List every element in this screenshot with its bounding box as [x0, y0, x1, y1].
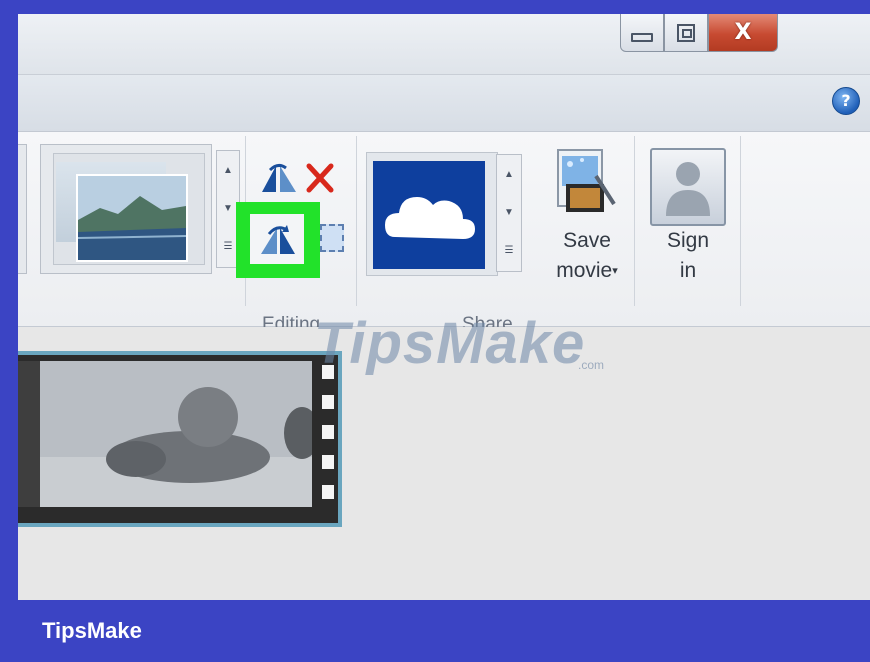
outer-frame-top: [0, 0, 870, 14]
chevron-down-icon: ▾: [612, 265, 618, 277]
rotate-right-icon: [261, 225, 295, 254]
film-sprocket: [322, 425, 334, 439]
help-icon[interactable]: ?: [832, 87, 860, 115]
ribbon-separator: [634, 136, 635, 306]
film-sprocket: [322, 395, 334, 409]
movie-maker-window: X ? ▲ ▼ ☰ Editing ▲ ▼ ☰ Share Save movie…: [18, 14, 870, 600]
sign-in-label-line2: in: [679, 259, 697, 282]
onedrive-share-button[interactable]: [373, 161, 485, 269]
title-bar: X: [18, 14, 870, 75]
close-icon: X: [734, 20, 752, 45]
remove-icon[interactable]: [306, 162, 334, 194]
landscape-thumbnail-icon: [76, 174, 188, 262]
sign-in-icon[interactable]: [650, 148, 726, 226]
effect-thumbnail[interactable]: [53, 153, 205, 265]
save-movie-label-line1: Save: [563, 229, 611, 252]
minimize-icon: [631, 33, 653, 42]
effects-gallery[interactable]: [40, 144, 212, 274]
sign-in-button[interactable]: Sign in: [638, 226, 738, 286]
close-button[interactable]: X: [708, 14, 778, 52]
share-scroll-down-button[interactable]: ▼: [497, 193, 521, 231]
restore-icon: [677, 23, 695, 42]
watermark-suffix: .com: [578, 358, 605, 372]
seal-clip-thumbnail-icon: [40, 361, 312, 507]
share-scroll-up-button[interactable]: ▲: [497, 155, 521, 193]
footer-brand: TipsMake: [42, 618, 142, 643]
sign-in-label-line1: Sign: [666, 229, 710, 252]
user-avatar-icon: [666, 162, 710, 216]
outer-frame-left: [0, 0, 18, 662]
minimize-button[interactable]: [620, 14, 664, 52]
save-movie-button[interactable]: Save movie▾: [532, 226, 642, 286]
save-movie-label-line2: movie▾: [556, 259, 618, 282]
select-all-icon[interactable]: [320, 224, 344, 252]
gallery-previous-item[interactable]: [18, 144, 27, 274]
gallery-scroll-up-button[interactable]: ▲: [217, 151, 239, 189]
clip-left-edge: [18, 361, 40, 507]
ribbon: ▲ ▼ ☰ Editing ▲ ▼ ☰ Share Save movie▾ Si…: [18, 132, 870, 335]
rotate-right-highlight[interactable]: [236, 202, 320, 278]
rotate-right-button[interactable]: [250, 214, 304, 264]
share-more-button[interactable]: ☰: [497, 231, 521, 269]
restore-button[interactable]: [664, 14, 708, 52]
save-movie-icon[interactable]: [552, 146, 620, 222]
ribbon-tab-row: ?: [18, 75, 870, 132]
onedrive-cloud-icon: [385, 197, 475, 239]
watermark: TipsMake: [314, 311, 586, 376]
film-sprocket: [322, 485, 334, 499]
ribbon-separator: [356, 136, 357, 306]
ribbon-separator: [740, 136, 741, 306]
rotate-left-icon[interactable]: [260, 162, 298, 194]
share-gallery[interactable]: [366, 152, 498, 276]
share-gallery-scroller: ▲ ▼ ☰: [496, 154, 522, 272]
video-clip[interactable]: [18, 351, 342, 527]
film-sprocket: [322, 455, 334, 469]
